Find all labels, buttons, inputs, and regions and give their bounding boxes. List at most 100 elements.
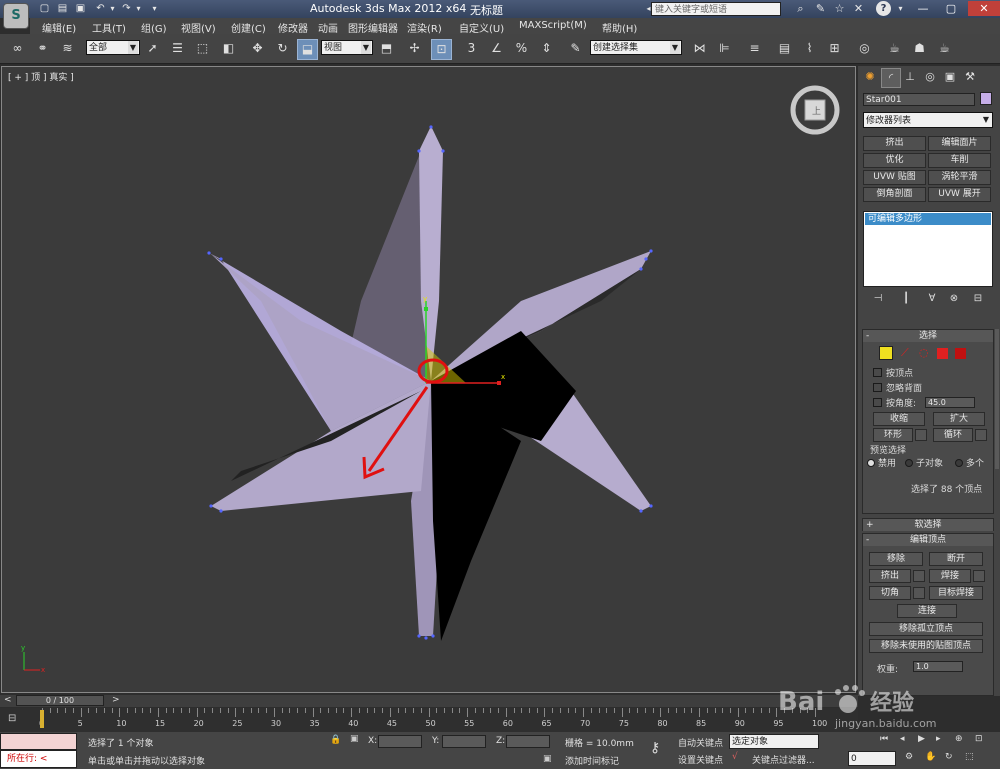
percent-snap-icon[interactable]: % — [512, 39, 531, 58]
x-coordinate-field[interactable] — [378, 735, 422, 748]
utilities-tab-icon[interactable]: ⚒ — [961, 68, 979, 86]
modifier-optimize-button[interactable]: 优化 — [863, 153, 926, 168]
modifier-unwrap-uvw-button[interactable]: UVW 展开 — [928, 187, 991, 202]
border-mode-icon[interactable]: ◌ — [919, 346, 933, 360]
chamfer-settings-button[interactable] — [913, 587, 925, 599]
ring-button[interactable]: 环形 — [873, 428, 913, 442]
weight-spinner[interactable]: 1.0 — [913, 661, 963, 672]
star-icon[interactable]: ☆ — [832, 1, 847, 16]
next-frame-icon[interactable]: ▸ — [936, 734, 941, 744]
selection-filter-dropdown[interactable]: 全部 ▼ — [86, 40, 140, 55]
remove-unused-map-verts-button[interactable]: 移除未使用的贴图顶点 — [869, 639, 983, 653]
extrude-button[interactable]: 挤出 — [869, 569, 911, 583]
orbit-icon[interactable]: ↻ — [945, 752, 953, 762]
quick-access-menu-icon[interactable]: ▾ — [148, 2, 161, 15]
menu-maxscript[interactable]: MAXScript(M) — [519, 20, 587, 31]
preview-off-radio[interactable] — [867, 459, 875, 467]
modifier-edit-patch-button[interactable]: 编辑面片 — [928, 136, 991, 151]
ring-spinner[interactable] — [915, 429, 927, 441]
snaps-toggle-icon[interactable]: 3 — [462, 39, 481, 58]
object-name-field[interactable]: Star001 — [863, 93, 975, 106]
modifier-turbosmooth-button[interactable]: 涡轮平滑 — [928, 170, 991, 185]
weld-settings-button[interactable] — [973, 570, 985, 582]
menu-modifiers[interactable]: 修改器 — [278, 20, 308, 35]
viewport-top[interactable]: [ + ] 顶 ] 真实 ] y x 上 y x — [1, 66, 856, 693]
z-coordinate-field[interactable] — [506, 735, 550, 748]
key-filters-button[interactable]: 关键点过滤器... — [752, 753, 815, 766]
play-icon[interactable]: ▶ — [918, 734, 925, 744]
menu-customize[interactable]: 自定义(U) — [459, 20, 504, 35]
menu-help[interactable]: 帮助(H) — [602, 20, 637, 35]
help-icon[interactable]: ? — [876, 1, 891, 16]
add-time-tag-button[interactable]: 添加时间标记 — [565, 754, 619, 767]
open-file-icon[interactable]: ▤ — [56, 2, 69, 15]
modifier-stack[interactable]: 可编辑多边形 — [863, 211, 993, 287]
menu-animation[interactable]: 动画 — [318, 20, 338, 35]
object-color-swatch[interactable] — [980, 92, 992, 105]
auto-key-button[interactable]: 自动关键点 — [678, 736, 723, 749]
grow-button[interactable]: 扩大 — [933, 412, 985, 426]
tools-icon[interactable]: ✎ — [813, 1, 828, 16]
motion-tab-icon[interactable]: ◎ — [921, 68, 939, 86]
select-move-icon[interactable]: ✥ — [248, 39, 267, 58]
pin-stack-icon[interactable]: ⊣ — [871, 292, 885, 306]
select-manipulate-icon[interactable]: ✢ — [405, 39, 424, 58]
time-tag-icon[interactable]: ▣ — [543, 754, 552, 764]
target-weld-button[interactable]: 目标焊接 — [929, 586, 983, 600]
zoom-icon[interactable]: ⊕ — [955, 734, 963, 744]
maxscript-listener[interactable] — [0, 733, 77, 750]
time-slider-track[interactable]: < 0 / 100 > — [0, 695, 858, 707]
bind-space-warp-icon[interactable]: ≋ — [58, 39, 77, 58]
select-scale-icon[interactable]: ⬓ — [297, 39, 318, 60]
keyboard-shortcut-override-icon[interactable]: ⊡ — [431, 39, 452, 60]
menu-edit[interactable]: 编辑(E) — [42, 20, 76, 35]
make-unique-icon[interactable]: ∀ — [925, 292, 939, 306]
select-by-name-icon[interactable]: ☰ — [168, 39, 187, 58]
connect-button[interactable]: 连接 — [897, 604, 957, 618]
rectangular-selection-icon[interactable]: ⬚ — [193, 39, 212, 58]
prev-frame-icon[interactable]: ◂ — [900, 734, 905, 744]
lock-icon[interactable]: 🔒 — [330, 735, 341, 745]
maximize-button[interactable]: ▢ — [940, 1, 962, 16]
display-tab-icon[interactable]: ▣ — [941, 68, 959, 86]
command-panel-scrollbar[interactable] — [995, 329, 999, 469]
preview-subobject-radio[interactable] — [905, 459, 913, 467]
timeline-ruler[interactable]: ⊟ 05101520253035404550556065707580859095… — [0, 708, 858, 732]
chamfer-button[interactable]: 切角 — [869, 586, 911, 600]
material-editor-icon[interactable]: ◎ — [855, 39, 874, 58]
y-coordinate-field[interactable] — [442, 735, 486, 748]
modifier-uvw-map-button[interactable]: UVW 贴图 — [863, 170, 926, 185]
create-tab-icon[interactable]: ✺ — [861, 68, 879, 86]
binoculars-icon[interactable]: ⌕ — [793, 1, 808, 16]
rendered-frame-icon[interactable]: ☗ — [910, 39, 929, 58]
named-selection-dropdown[interactable]: 创建选择集 ▼ — [590, 40, 682, 55]
render-production-icon[interactable]: ☕ — [935, 39, 954, 58]
reference-coordinate-dropdown[interactable]: 视图 ▼ — [321, 40, 373, 55]
time-prev-icon[interactable]: < — [4, 695, 12, 705]
modifier-lathe-button[interactable]: 车削 — [928, 153, 991, 168]
select-object-icon[interactable]: ➚ — [143, 39, 162, 58]
modifier-bevel-profile-button[interactable]: 倒角剖面 — [863, 187, 926, 202]
key-mode-dropdown[interactable]: 选定对象 — [729, 734, 819, 749]
menu-tools[interactable]: 工具(T) — [92, 20, 126, 35]
by-angle-checkbox[interactable] — [873, 398, 882, 407]
modifier-extrude-button[interactable]: 挤出 — [863, 136, 926, 151]
show-end-result-icon[interactable]: ┃ — [899, 292, 913, 306]
stack-item-editable-poly[interactable]: 可编辑多边形 — [865, 213, 991, 225]
modifier-list-dropdown[interactable]: 修改器列表 ▼ — [863, 112, 993, 128]
maximize-viewport-icon[interactable]: ⬚ — [965, 752, 974, 762]
help-dropdown-icon[interactable]: ▾ — [893, 1, 908, 16]
graphite-tools-icon[interactable]: ▤ — [775, 39, 794, 58]
mirror-icon[interactable]: ⋈ — [690, 39, 709, 58]
weld-button[interactable]: 焊接 — [929, 569, 971, 583]
time-config-icon[interactable]: ⚙ — [905, 752, 913, 762]
time-slider-thumb[interactable]: 0 / 100 — [16, 695, 104, 706]
mini-curve-editor-icon[interactable]: ⊟ — [8, 713, 16, 724]
menu-graph-editors[interactable]: 图形编辑器 — [348, 20, 398, 35]
zoom-extents-icon[interactable]: ⊡ — [975, 734, 983, 744]
app-logo[interactable]: S — [3, 3, 29, 29]
shrink-button[interactable]: 收缩 — [873, 412, 925, 426]
exchange-icon[interactable]: ✕ — [851, 1, 866, 16]
current-frame-field[interactable]: 0 — [848, 751, 896, 766]
menu-views[interactable]: 视图(V) — [181, 20, 216, 35]
